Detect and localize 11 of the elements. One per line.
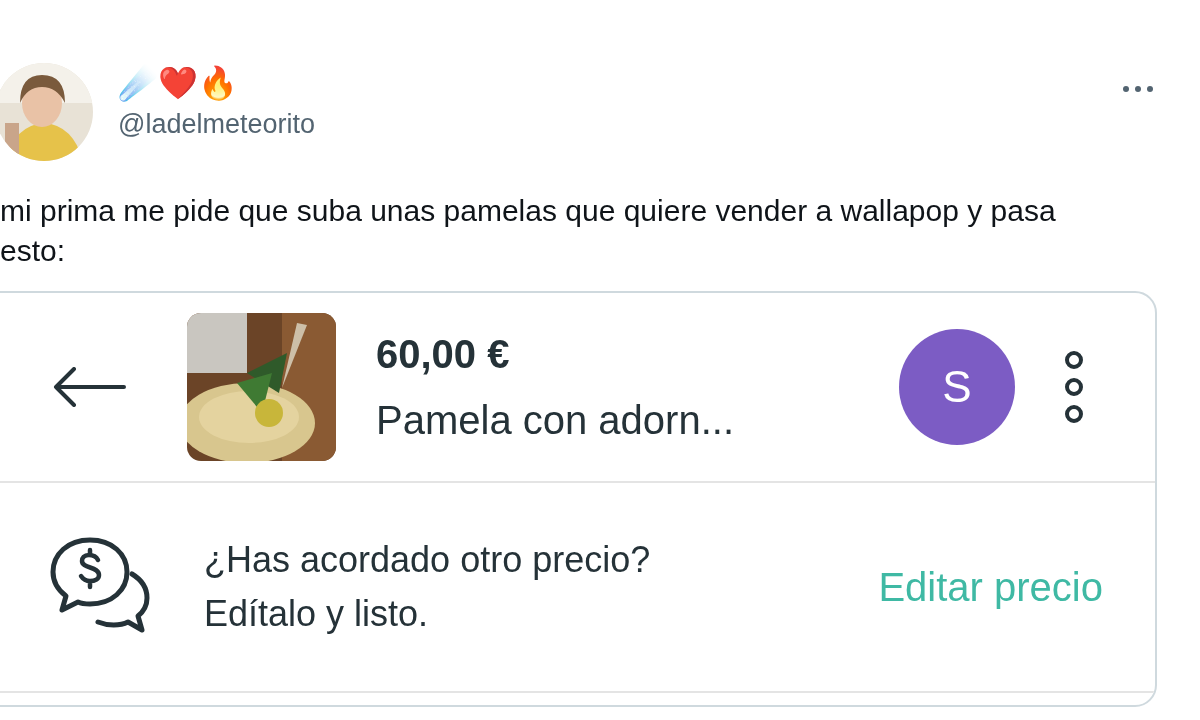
prompt-text: ¿Has acordado otro precio? xyxy=(204,538,651,582)
more-icon[interactable] xyxy=(1122,85,1154,93)
tweet-text: mi prima me pide que suba unas pamelas que quiere vender a wallapop y pasa esto: xyxy=(0,193,1057,269)
listing-title: Pamela con adorn... xyxy=(376,397,734,444)
price: 60,00 € xyxy=(376,331,511,378)
author-name: ☄❤🔥 xyxy=(118,63,239,103)
more-icon[interactable] xyxy=(1063,350,1085,424)
seller-avatar[interactable]: S xyxy=(899,329,1015,445)
back-arrow-icon[interactable] xyxy=(52,367,126,407)
prompt-text: Edítalo y listo. xyxy=(204,592,430,636)
handle[interactable]: @ladelmeteorito xyxy=(118,107,315,141)
